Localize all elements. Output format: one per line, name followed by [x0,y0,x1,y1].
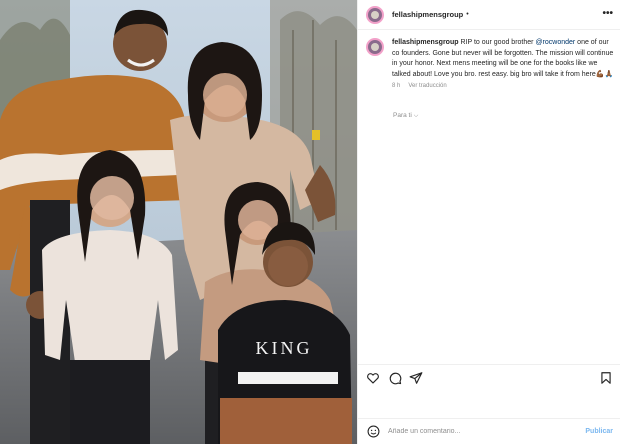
more-options-icon[interactable]: ••• [602,9,613,19]
mention-link[interactable]: @rocwonder [535,39,575,46]
bookmark-icon[interactable] [599,371,613,385]
caption-text-before: RIP to our good brother [458,39,536,46]
post-time: 8 h [392,83,401,89]
post-photo[interactable]: KING [0,0,357,444]
post-username[interactable]: fellashipmensgroup [392,10,463,19]
avatar[interactable] [366,5,384,24]
shirt-text: KING [256,338,313,358]
action-bar [358,364,620,390]
heart-icon[interactable] [366,371,380,385]
caption-avatar[interactable] [366,38,384,56]
chevron-down-icon: ⌵ [413,113,419,119]
publish-button[interactable]: Publicar [585,428,613,435]
caption-body: fellashipmensgroup RIP to our good broth… [392,38,614,89]
share-icon[interactable] [409,371,423,385]
header-separator: • [466,11,469,18]
post-header: fellashipmensgroup • ••• [358,0,620,30]
comment-input[interactable] [388,428,558,435]
for-you-label: Para ti [393,112,412,119]
add-comment-bar: Publicar [358,418,620,444]
translate-link[interactable]: Ver traducción [408,83,446,89]
comment-icon[interactable] [388,371,402,385]
caption-meta: 8 h Ver traducción [392,83,614,89]
caption: fellashipmensgroup RIP to our good broth… [366,38,616,89]
post-panel: fellashipmensgroup • ••• fellashipmensgr… [357,0,620,444]
caption-username[interactable]: fellashipmensgroup [392,39,459,46]
caption-text: fellashipmensgroup RIP to our good broth… [392,38,614,80]
emoji-icon[interactable] [367,425,380,438]
for-you-dropdown[interactable]: Para ti ⌵ [393,112,418,120]
family-photo-illustration: KING [0,0,357,444]
